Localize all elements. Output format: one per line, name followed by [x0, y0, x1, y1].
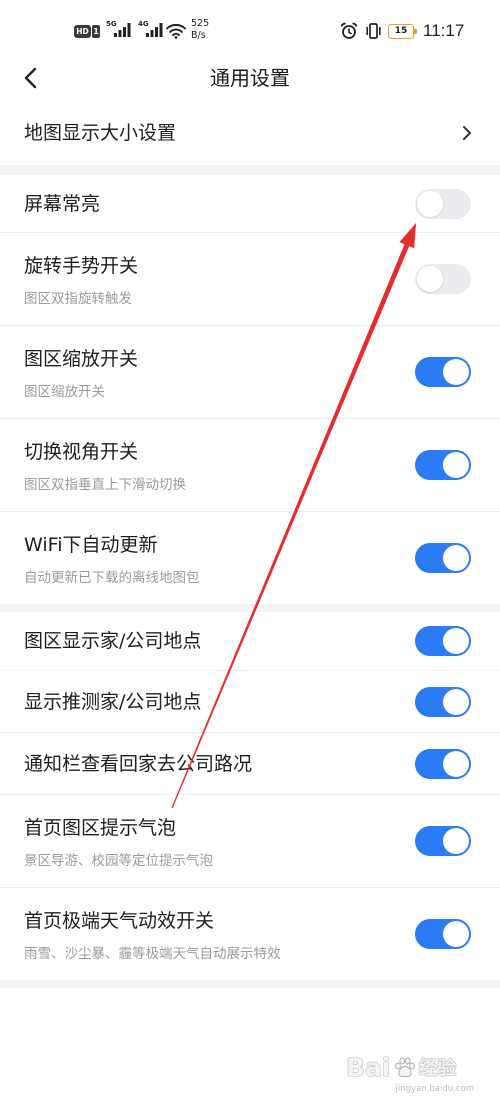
watermark-url: jingyan.baidu.com	[395, 1084, 474, 1094]
vibrate-icon	[366, 23, 381, 39]
signal-bars-icon	[146, 23, 163, 37]
watermark-brand: Bai	[346, 1053, 391, 1082]
show-home-company-toggle[interactable]	[415, 626, 471, 656]
settings-list: 地图显示大小设置 屏幕常亮 旋转手势开关 图区双指旋转触发 图区缩放开关 图区缩…	[0, 100, 500, 988]
toggle-knob	[417, 266, 443, 292]
network-speed: 525 B/s	[191, 18, 209, 42]
hd-badge: HD	[74, 25, 91, 38]
view-angle-toggle[interactable]	[415, 450, 471, 480]
toggle-knob	[443, 921, 469, 947]
setting-title: WiFi下自动更新	[24, 534, 158, 556]
status-bar: HD 1 5G 4G 525 B/s 15 11:17	[0, 0, 500, 56]
watermark-suffix: 经验	[418, 1057, 457, 1079]
setting-subtitle: 景区导游、校园等定位提示气泡	[24, 853, 213, 869]
setting-row-predicted-home-company: 显示推测家/公司地点	[0, 670, 500, 732]
chevron-right-icon	[463, 125, 471, 140]
setting-subtitle: 图区双指旋转触发	[24, 291, 132, 307]
setting-text: 图区缩放开关 图区缩放开关	[24, 346, 138, 402]
watermark-logo: Bai 经验	[346, 1052, 484, 1084]
home-bubble-toggle[interactable]	[415, 826, 471, 856]
battery-icon: 15	[388, 24, 414, 39]
sim-badge: 1	[92, 25, 100, 38]
setting-row-view-angle: 切换视角开关 图区双指垂直上下滑动切换	[0, 418, 500, 511]
section-divider	[0, 604, 500, 612]
toggle-knob	[443, 750, 469, 777]
setting-title: 图区缩放开关	[24, 348, 139, 370]
setting-title: 首页图区提示气泡	[24, 817, 177, 839]
zoom-toggle[interactable]	[415, 357, 471, 387]
extreme-weather-effect-toggle[interactable]	[415, 919, 471, 949]
setting-title: 首页极端天气动效开关	[24, 910, 215, 932]
chevron-left-icon	[24, 67, 37, 89]
setting-text: 地图显示大小设置	[24, 100, 176, 165]
setting-text: WiFi下自动更新 自动更新已下载的离线地图包	[24, 532, 200, 588]
predicted-home-company-toggle[interactable]	[415, 686, 471, 717]
setting-row-show-home-company: 图区显示家/公司地点	[0, 612, 500, 670]
setting-subtitle: 自动更新已下载的离线地图包	[24, 570, 200, 586]
setting-row-screen-always-on: 屏幕常亮	[0, 175, 500, 232]
setting-text: 屏幕常亮	[24, 175, 100, 232]
toggle-knob	[443, 628, 469, 654]
setting-subtitle: 雨雪、沙尘暴、霾等极端天气自动展示特效	[24, 946, 281, 962]
nav-header: 通用设置	[0, 56, 500, 100]
signal-bars-icon	[114, 23, 131, 37]
wifi-icon	[166, 24, 186, 39]
setting-row-extreme-weather-effect: 首页极端天气动效开关 雨雪、沙尘暴、霾等极端天气自动展示特效	[0, 887, 500, 980]
battery-terminal	[414, 29, 417, 34]
setting-title: 屏幕常亮	[24, 192, 101, 215]
setting-text: 图区显示家/公司地点	[24, 612, 201, 670]
section-divider	[0, 165, 500, 175]
setting-subtitle: 图区双指垂直上下滑动切换	[24, 477, 186, 493]
setting-subtitle: 图区缩放开关	[24, 384, 105, 400]
setting-row-map-display-size[interactable]: 地图显示大小设置	[0, 100, 500, 165]
setting-text: 首页极端天气动效开关 雨雪、沙尘暴、霾等极端天气自动展示特效	[24, 908, 281, 964]
setting-row-home-bubble: 首页图区提示气泡 景区导游、校园等定位提示气泡	[0, 794, 500, 887]
rotate-gesture-toggle[interactable]	[415, 264, 471, 294]
setting-title: 切换视角开关	[24, 441, 139, 463]
alarm-clock-icon	[340, 22, 358, 39]
setting-text: 切换视角开关 图区双指垂直上下滑动切换	[24, 439, 186, 495]
toggle-knob	[417, 190, 443, 217]
toggle-knob	[443, 359, 469, 385]
baidu-jingyan-watermark: Bai 经验 jingyan.baidu.com	[346, 1052, 484, 1095]
toggle-knob	[443, 828, 469, 854]
setting-text: 旋转手势开关 图区双指旋转触发	[24, 253, 138, 309]
setting-text: 通知栏查看回家去公司路况	[24, 733, 252, 794]
wifi-auto-update-toggle[interactable]	[415, 543, 471, 573]
setting-text: 首页图区提示气泡 景区导游、校园等定位提示气泡	[24, 815, 213, 871]
setting-row-wifi-auto-update: WiFi下自动更新 自动更新已下载的离线地图包	[0, 511, 500, 604]
section-divider	[0, 980, 500, 988]
setting-title: 通知栏查看回家去公司路况	[24, 752, 253, 775]
page-title: 通用设置	[210, 66, 290, 90]
toggle-knob	[443, 545, 469, 571]
setting-row-zoom: 图区缩放开关 图区缩放开关	[0, 325, 500, 418]
toggle-knob	[443, 452, 469, 478]
toggle-knob	[443, 688, 469, 715]
setting-title: 旋转手势开关	[24, 255, 139, 277]
screen-always-on-toggle[interactable]	[415, 188, 471, 219]
network-speed-unit: B/s	[191, 30, 206, 41]
back-button[interactable]	[16, 64, 46, 92]
network-speed-value: 525	[191, 18, 210, 29]
setting-row-rotate-gesture: 旋转手势开关 图区双指旋转触发	[0, 232, 500, 325]
paw-icon	[394, 1057, 415, 1077]
setting-title: 地图显示大小设置	[24, 121, 177, 144]
clock-time: 11:17	[423, 21, 465, 40]
notification-traffic-toggle[interactable]	[415, 748, 471, 779]
setting-text: 显示推测家/公司地点	[24, 671, 201, 732]
setting-title: 图区显示家/公司地点	[24, 630, 202, 652]
setting-row-notification-traffic: 通知栏查看回家去公司路况	[0, 732, 500, 794]
setting-title: 显示推测家/公司地点	[24, 690, 202, 713]
